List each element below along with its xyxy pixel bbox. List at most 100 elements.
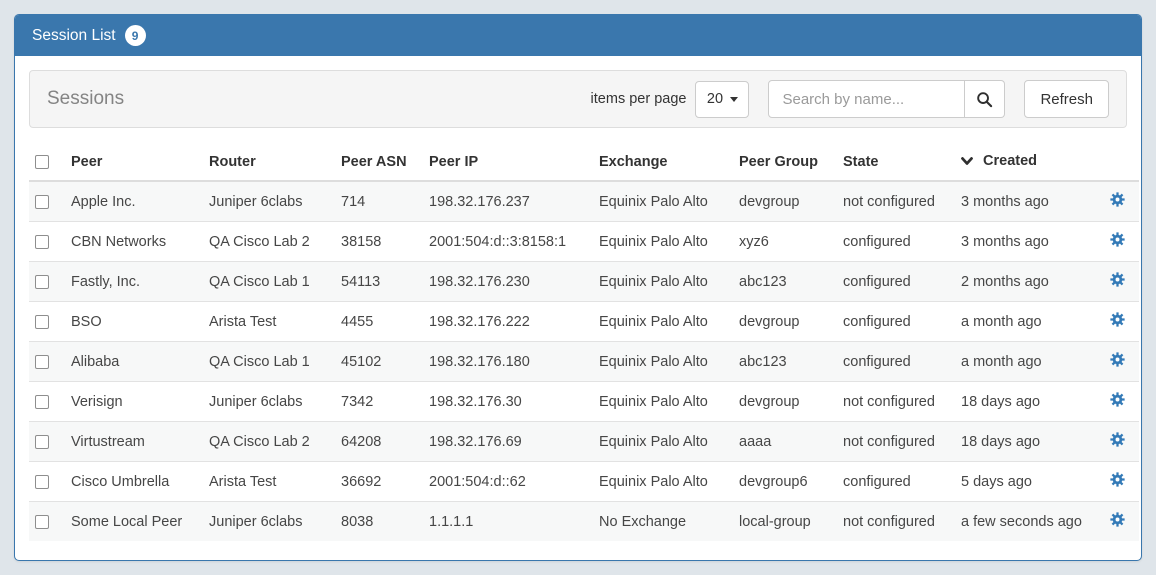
gear-icon[interactable] bbox=[1110, 192, 1125, 207]
cell-select bbox=[29, 502, 63, 542]
cell-router: Juniper 6clabs bbox=[201, 181, 333, 222]
gear-icon[interactable] bbox=[1110, 312, 1125, 327]
session-list-panel: Session List 9 Sessions items per page 2… bbox=[14, 14, 1142, 561]
cell-state: configured bbox=[835, 222, 953, 262]
row-checkbox[interactable] bbox=[35, 195, 49, 209]
search-input[interactable] bbox=[768, 80, 965, 118]
cell-created: a few seconds ago bbox=[953, 502, 1095, 542]
items-per-page-select[interactable]: 20 bbox=[695, 81, 749, 118]
row-checkbox[interactable] bbox=[35, 395, 49, 409]
select-all-checkbox[interactable] bbox=[35, 155, 49, 169]
cell-router: QA Cisco Lab 2 bbox=[201, 222, 333, 262]
row-checkbox[interactable] bbox=[35, 435, 49, 449]
sessions-heading: Sessions bbox=[47, 88, 124, 110]
cell-exchange: No Exchange bbox=[591, 502, 731, 542]
cell-created: a month ago bbox=[953, 302, 1095, 342]
panel-heading: Session List 9 bbox=[15, 15, 1141, 56]
cell-state: not configured bbox=[835, 422, 953, 462]
cell-peer-asn: 36692 bbox=[333, 462, 421, 502]
cell-actions bbox=[1095, 262, 1139, 302]
cell-peer-group: abc123 bbox=[731, 262, 835, 302]
session-table-body: Apple Inc.Juniper 6clabs714198.32.176.23… bbox=[29, 181, 1139, 541]
cell-exchange: Equinix Palo Alto bbox=[591, 462, 731, 502]
cell-exchange: Equinix Palo Alto bbox=[591, 222, 731, 262]
header-router[interactable]: Router bbox=[201, 143, 333, 181]
gear-icon[interactable] bbox=[1110, 352, 1125, 367]
search-button[interactable] bbox=[965, 80, 1005, 118]
table-row: Fastly, Inc.QA Cisco Lab 154113198.32.17… bbox=[29, 262, 1139, 302]
cell-state: configured bbox=[835, 302, 953, 342]
header-peer-group[interactable]: Peer Group bbox=[731, 143, 835, 181]
table-row: VirtustreamQA Cisco Lab 264208198.32.176… bbox=[29, 422, 1139, 462]
cell-peer: Alibaba bbox=[63, 342, 201, 382]
cell-created: 3 months ago bbox=[953, 222, 1095, 262]
cell-peer-asn: 714 bbox=[333, 181, 421, 222]
cell-router: Arista Test bbox=[201, 462, 333, 502]
header-peer-asn[interactable]: Peer ASN bbox=[333, 143, 421, 181]
gear-icon[interactable] bbox=[1110, 392, 1125, 407]
cell-exchange: Equinix Palo Alto bbox=[591, 181, 731, 222]
cell-select bbox=[29, 422, 63, 462]
cell-peer: Cisco Umbrella bbox=[63, 462, 201, 502]
cell-created: 18 days ago bbox=[953, 382, 1095, 422]
cell-peer-ip: 198.32.176.180 bbox=[421, 342, 591, 382]
cell-peer-group: abc123 bbox=[731, 342, 835, 382]
cell-select bbox=[29, 342, 63, 382]
cell-select bbox=[29, 382, 63, 422]
cell-peer: Virtustream bbox=[63, 422, 201, 462]
cell-actions bbox=[1095, 422, 1139, 462]
panel-title: Session List bbox=[32, 27, 116, 45]
cell-peer-ip: 198.32.176.230 bbox=[421, 262, 591, 302]
cell-created: 2 months ago bbox=[953, 262, 1095, 302]
cell-created: 5 days ago bbox=[953, 462, 1095, 502]
cell-select bbox=[29, 462, 63, 502]
row-checkbox[interactable] bbox=[35, 355, 49, 369]
cell-actions bbox=[1095, 462, 1139, 502]
cell-peer: Verisign bbox=[63, 382, 201, 422]
header-state[interactable]: State bbox=[835, 143, 953, 181]
session-count-badge: 9 bbox=[125, 25, 146, 46]
cell-created: 3 months ago bbox=[953, 181, 1095, 222]
cell-select bbox=[29, 181, 63, 222]
refresh-button[interactable]: Refresh bbox=[1024, 80, 1109, 118]
cell-actions bbox=[1095, 181, 1139, 222]
cell-router: Arista Test bbox=[201, 302, 333, 342]
panel-body: Sessions items per page 20 Refr bbox=[15, 56, 1141, 555]
table-row: Cisco UmbrellaArista Test366922001:504:d… bbox=[29, 462, 1139, 502]
cell-select bbox=[29, 222, 63, 262]
cell-actions bbox=[1095, 502, 1139, 542]
cell-peer: Fastly, Inc. bbox=[63, 262, 201, 302]
row-checkbox[interactable] bbox=[35, 315, 49, 329]
row-checkbox[interactable] bbox=[35, 515, 49, 529]
cell-peer-asn: 4455 bbox=[333, 302, 421, 342]
table-row: VerisignJuniper 6clabs7342198.32.176.30E… bbox=[29, 382, 1139, 422]
row-checkbox[interactable] bbox=[35, 275, 49, 289]
cell-router: Juniper 6clabs bbox=[201, 502, 333, 542]
cell-peer: CBN Networks bbox=[63, 222, 201, 262]
gear-icon[interactable] bbox=[1110, 272, 1125, 287]
gear-icon[interactable] bbox=[1110, 432, 1125, 447]
cell-peer-group: devgroup6 bbox=[731, 462, 835, 502]
cell-state: not configured bbox=[835, 382, 953, 422]
cell-peer: Some Local Peer bbox=[63, 502, 201, 542]
items-per-page-label: items per page bbox=[591, 91, 687, 107]
cell-peer-asn: 8038 bbox=[333, 502, 421, 542]
header-peer[interactable]: Peer bbox=[63, 143, 201, 181]
cell-exchange: Equinix Palo Alto bbox=[591, 302, 731, 342]
header-exchange[interactable]: Exchange bbox=[591, 143, 731, 181]
table-header-row: Peer Router Peer ASN Peer IP Exchange Pe… bbox=[29, 143, 1139, 181]
cell-router: QA Cisco Lab 1 bbox=[201, 262, 333, 302]
row-checkbox[interactable] bbox=[35, 475, 49, 489]
cell-peer-ip: 1.1.1.1 bbox=[421, 502, 591, 542]
row-checkbox[interactable] bbox=[35, 235, 49, 249]
header-created[interactable]: Created bbox=[953, 143, 1095, 181]
gear-icon[interactable] bbox=[1110, 512, 1125, 527]
cell-exchange: Equinix Palo Alto bbox=[591, 382, 731, 422]
gear-icon[interactable] bbox=[1110, 232, 1125, 247]
header-select-all bbox=[29, 143, 63, 181]
gear-icon[interactable] bbox=[1110, 472, 1125, 487]
header-peer-ip[interactable]: Peer IP bbox=[421, 143, 591, 181]
cell-router: QA Cisco Lab 1 bbox=[201, 342, 333, 382]
table-row: Apple Inc.Juniper 6clabs714198.32.176.23… bbox=[29, 181, 1139, 222]
cell-created: 18 days ago bbox=[953, 422, 1095, 462]
